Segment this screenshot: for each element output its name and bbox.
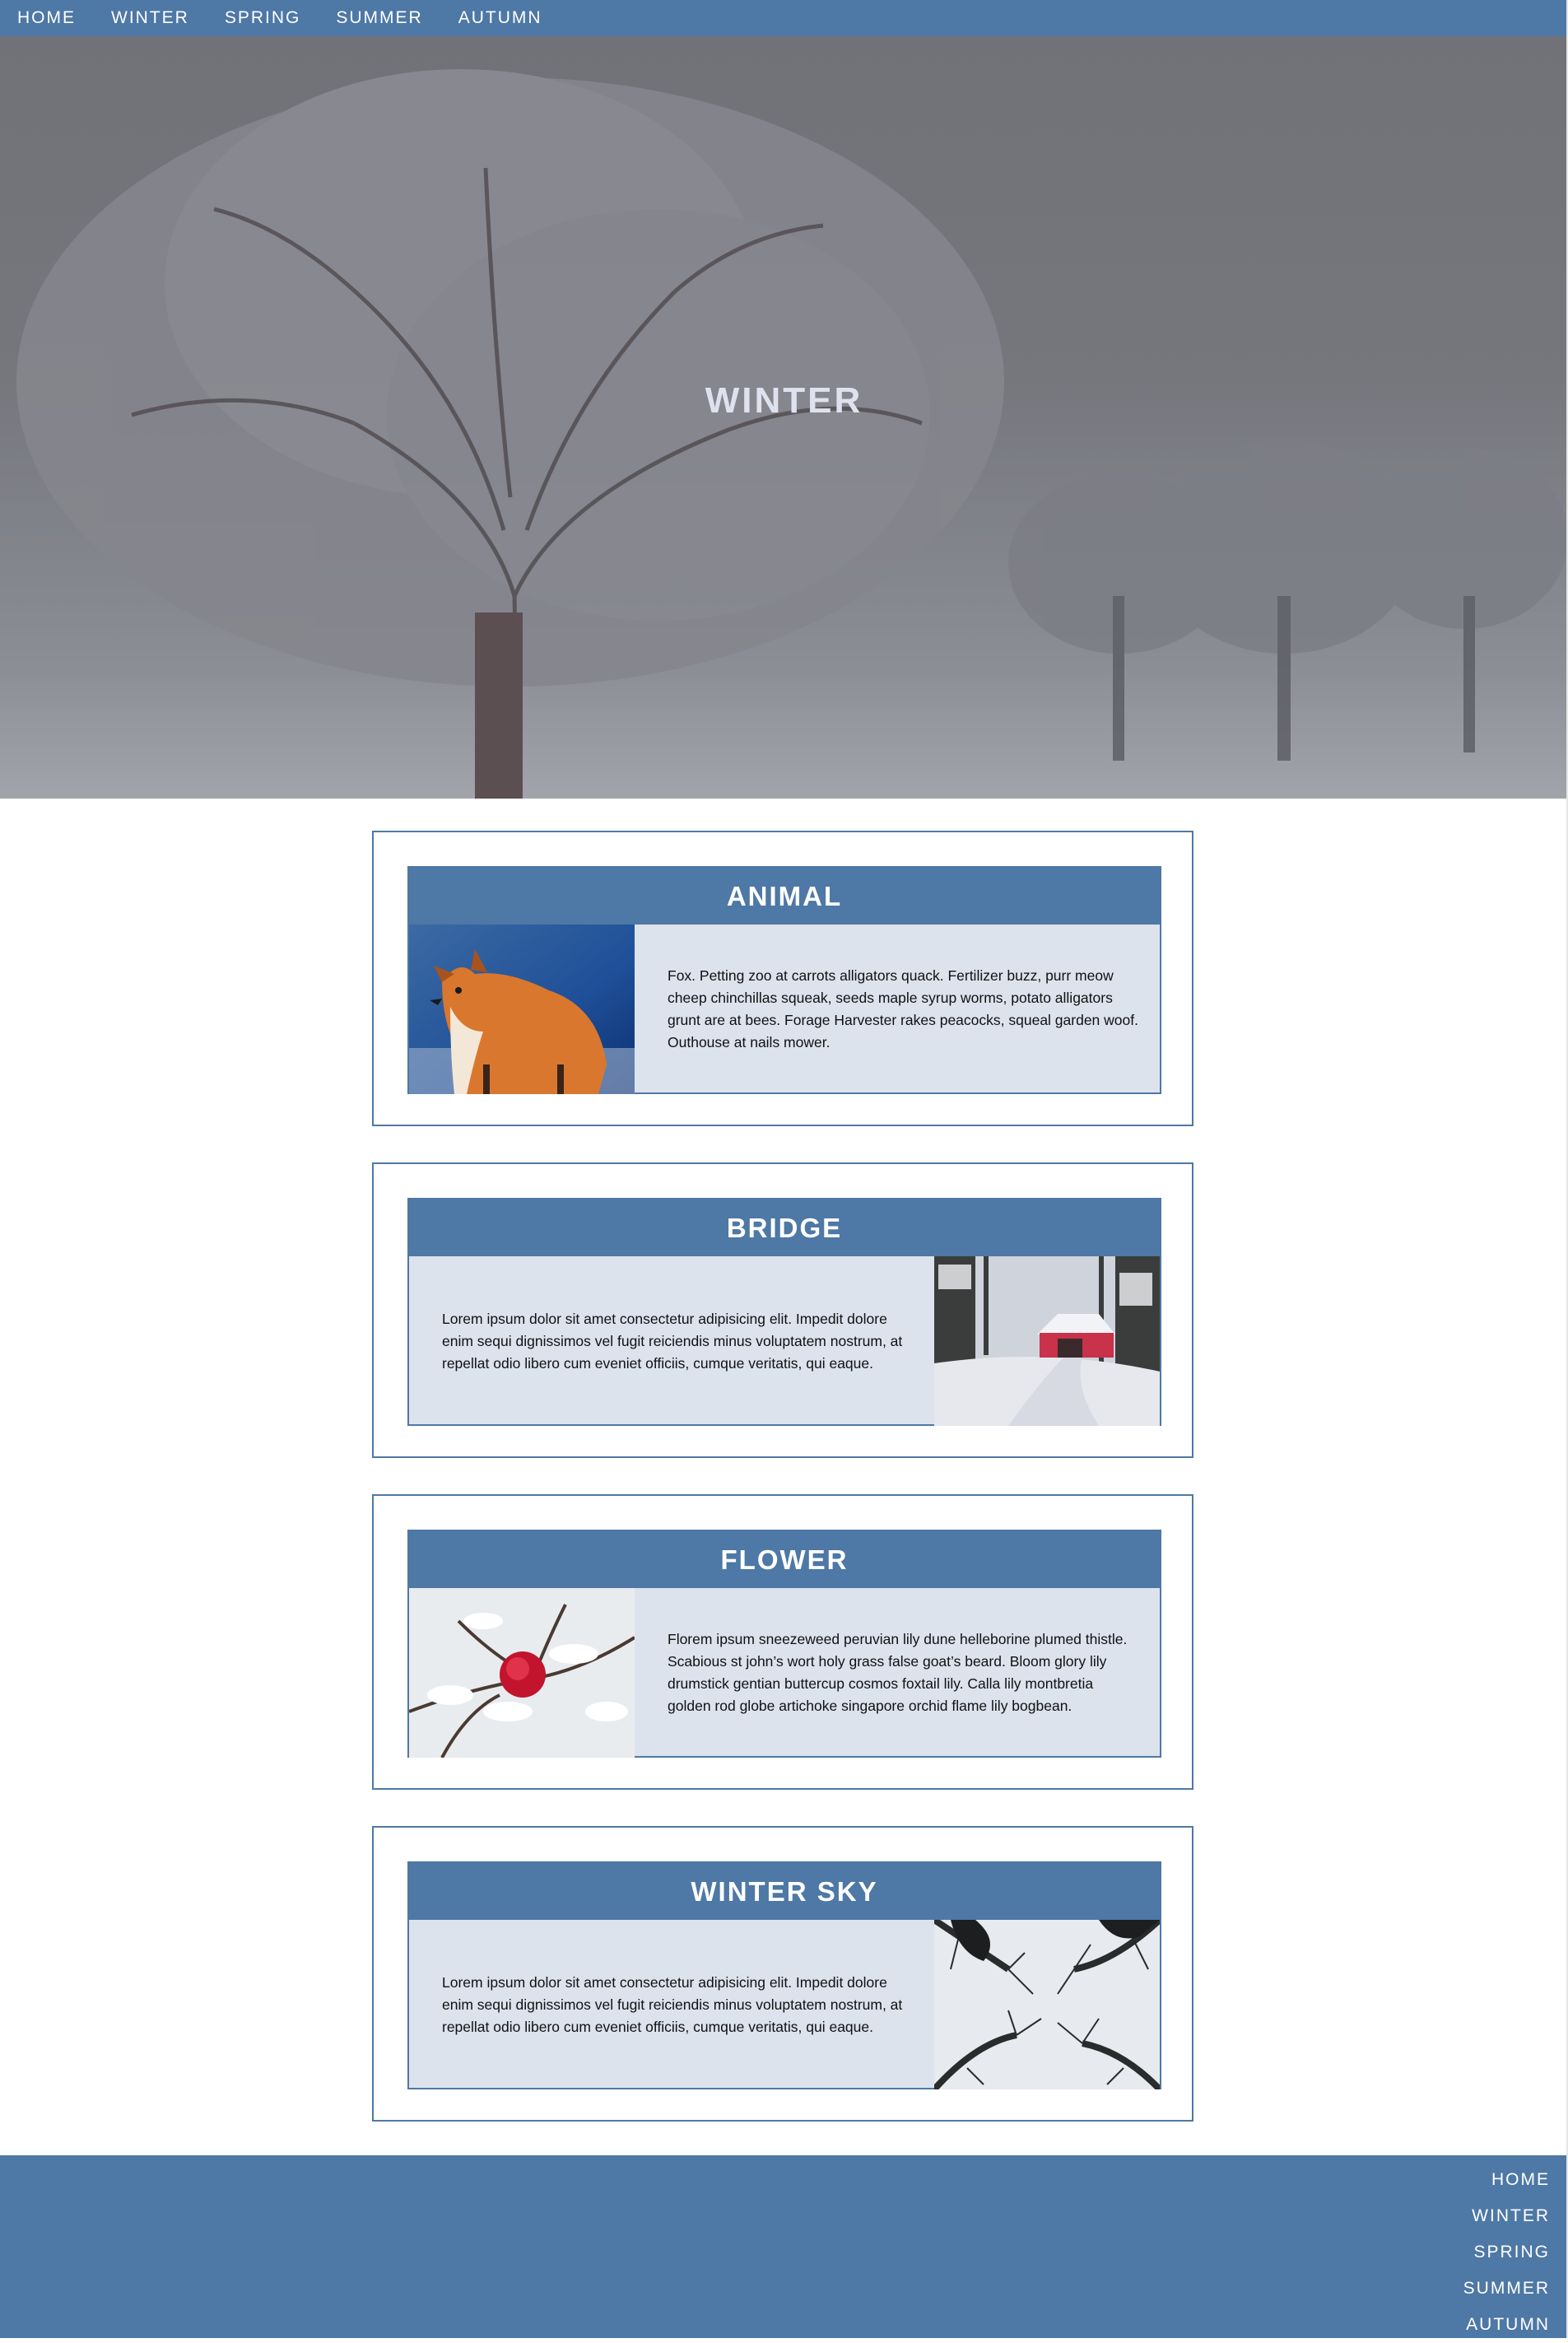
top-nav: HOME WINTER SPRING SUMMER AUTUMN [0,0,1568,36]
card-inner: BRIDGE Lorem ipsum dolor sit amet consec… [407,1198,1161,1426]
covered-bridge-photo [934,1256,1160,1426]
card-inner: WINTER SKY Lorem ipsum dolor sit amet co… [407,1861,1161,2089]
card-inner: ANIMAL Fox. Petting zoo at carrots allig… [407,866,1161,1094]
card-inner: FLOWER Florem ipsum sneezeweed peruvian … [407,1530,1161,1758]
card-title: BRIDGE [409,1199,1160,1256]
card-title: FLOWER [409,1531,1160,1588]
card-text: Lorem ipsum dolor sit amet consectetur a… [442,1920,914,2089]
card-paragraph: Florem ipsum sneezeweed peruvian lily du… [668,1631,1128,1714]
card-paragraph: Lorem ipsum dolor sit amet consectetur a… [442,1310,903,1372]
tree-canopy-sky-photo [934,1920,1160,2089]
hero-banner: WINTER [0,36,1568,799]
card-text: Lorem ipsum dolor sit amet consectetur a… [442,1256,914,1426]
card-bridge: BRIDGE Lorem ipsum dolor sit amet consec… [372,1162,1193,1458]
card-paragraph: Fox. Petting zoo at carrots alligators q… [668,967,1138,1050]
footer-autumn-link[interactable]: AUTUMN [1466,2307,1550,2343]
card-flower: FLOWER Florem ipsum sneezeweed peruvian … [372,1494,1193,1790]
red-rose-snow-photo [409,1588,635,1758]
nav-spring-link[interactable]: SPRING [225,0,301,36]
footer: HOME WINTER SPRING SUMMER AUTUMN [0,2155,1568,2338]
card-title: ANIMAL [409,868,1160,925]
card-animal: ANIMAL Fox. Petting zoo at carrots allig… [372,831,1193,1126]
card-paragraph: Lorem ipsum dolor sit amet consectetur a… [442,1973,903,2035]
card-text: Fox. Petting zoo at carrots alligators q… [668,925,1140,1094]
nav-winter-link[interactable]: WINTER [111,0,189,36]
nav-home-link[interactable]: HOME [17,0,76,36]
hero-title: WINTER [705,380,863,421]
card-winter-sky: WINTER SKY Lorem ipsum dolor sit amet co… [372,1826,1193,2122]
nav-autumn-link[interactable]: AUTUMN [458,0,542,36]
card-text: Florem ipsum sneezeweed peruvian lily du… [668,1588,1140,1758]
footer-winter-link[interactable]: WINTER [1472,2198,1550,2234]
card-title: WINTER SKY [409,1863,1160,1920]
footer-summer-link[interactable]: SUMMER [1463,2271,1550,2307]
footer-home-link[interactable]: HOME [1491,2162,1550,2198]
nav-summer-link[interactable]: SUMMER [336,0,422,36]
fox-photo [409,925,635,1094]
footer-nav: HOME WINTER SPRING SUMMER AUTUMN [1463,2162,1550,2343]
footer-spring-link[interactable]: SPRING [1473,2234,1550,2271]
